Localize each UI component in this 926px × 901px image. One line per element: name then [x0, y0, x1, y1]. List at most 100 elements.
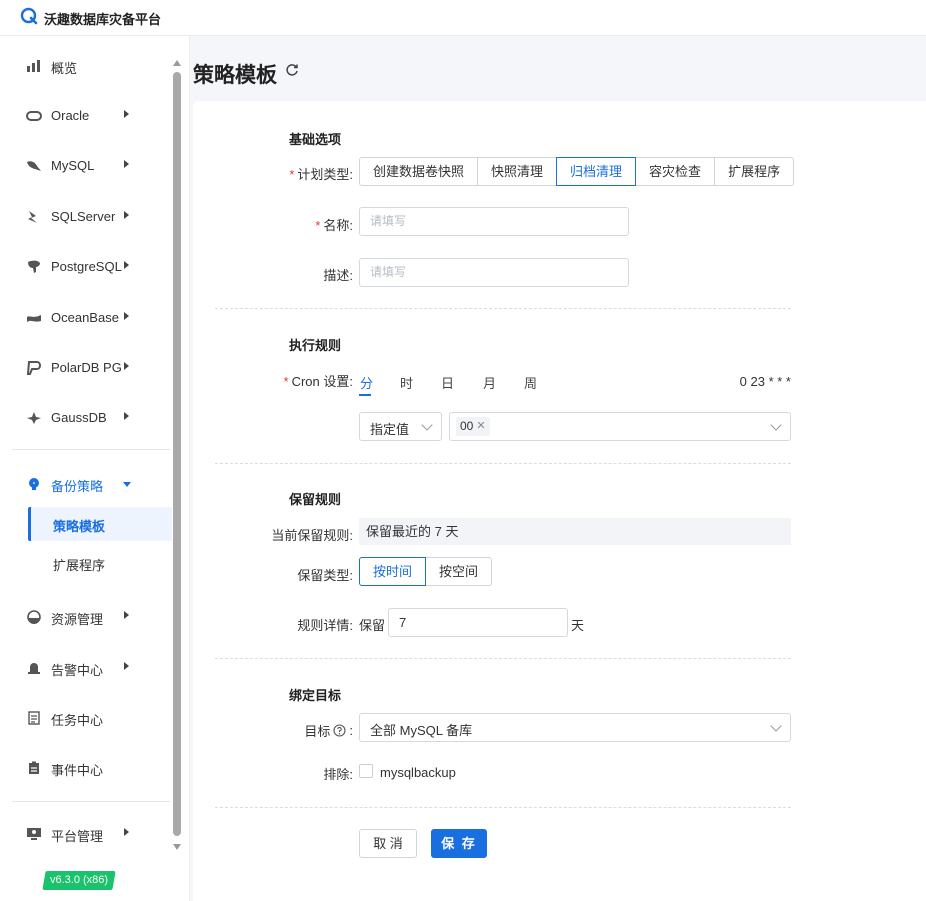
close-icon[interactable]: ✕: [476, 417, 485, 436]
task-icon: [28, 711, 40, 725]
cron-tab-month[interactable]: 月: [483, 373, 496, 392]
save-button[interactable]: 保 存: [431, 829, 487, 858]
mysql-icon: [27, 161, 41, 171]
sidebar-item-label: 事件中心: [51, 763, 104, 778]
retention-days-input[interactable]: 7: [388, 608, 568, 637]
section-divider: [215, 308, 791, 309]
current-retention-value: 保留最近的 7 天: [359, 518, 791, 545]
section-title-exec: 执行规则: [289, 338, 342, 353]
event-icon: [29, 761, 39, 774]
sidebar-item-label: SQLServer: [51, 209, 116, 224]
sidebar-item-label: 资源管理: [51, 612, 104, 627]
chevron-down-icon: [770, 419, 782, 431]
plan-type-option-archive-cleanup[interactable]: 归档清理: [556, 157, 637, 186]
sidebar-item-platform[interactable]: 平台管理: [0, 819, 172, 849]
plan-type-option-extension[interactable]: 扩展程序: [714, 157, 795, 186]
sidebar-item-oceanbase[interactable]: OceanBase: [0, 303, 172, 333]
name-input[interactable]: 请填写: [359, 207, 629, 236]
plan-type-segment: 创建数据卷快照 快照清理 归档清理 容灾检查 扩展程序: [359, 157, 795, 186]
sidebar-item-label: GaussDB: [51, 410, 107, 425]
sidebar-item-sqlserver[interactable]: SQLServer: [0, 202, 172, 232]
retention-type-label: 保留类型:: [297, 568, 353, 583]
chevron-down-icon: [421, 419, 433, 431]
target-select-value: 全部 MySQL 备库: [370, 723, 473, 738]
retention-type-segment: 按时间 按空间: [359, 557, 493, 586]
refresh-icon[interactable]: [285, 63, 299, 77]
section-divider: [215, 658, 791, 659]
lightbulb-icon: [29, 478, 39, 490]
scroll-down-icon[interactable]: [173, 844, 181, 850]
sidebar-item-event[interactable]: 事件中心: [0, 753, 172, 783]
version-text: v6.3.0 (x86): [49, 874, 109, 886]
chevron-right-icon: [124, 362, 129, 370]
description-input[interactable]: 请填写: [359, 258, 629, 287]
chevron-right-icon: [124, 828, 129, 836]
sidebar-item-label: 概览: [51, 61, 78, 76]
cron-tab-indicator: [359, 394, 371, 396]
sidebar-item-mysql[interactable]: MySQL: [0, 151, 172, 181]
cron-mode-value: 指定值: [370, 422, 410, 437]
minute-tag-text: 00: [460, 419, 474, 433]
sidebar-item-resource[interactable]: 资源管理: [0, 602, 172, 632]
cron-label-text: Cron 设置:: [291, 374, 353, 389]
question-circle-icon[interactable]: [333, 724, 346, 737]
scroll-thumb[interactable]: [173, 72, 181, 836]
plan-type-option-snapshot[interactable]: 创建数据卷快照: [359, 157, 479, 186]
scroll-up-icon[interactable]: [173, 60, 181, 66]
top-bar: 沃趣数据库灾备平台: [0, 0, 926, 36]
sidebar-item-backup-policy[interactable]: 备份策略: [0, 469, 172, 499]
sidebar-divider: [12, 801, 170, 802]
section-title-basic: 基础选项: [289, 132, 342, 147]
sidebar-scrollbar[interactable]: [172, 60, 182, 850]
required-mark: *: [315, 218, 321, 233]
cron-tab-day[interactable]: 日: [441, 373, 454, 392]
sidebar-item-overview[interactable]: 概览: [0, 51, 172, 81]
chevron-right-icon: [124, 261, 129, 269]
sidebar: 概览 Oracle MySQL SQLServer PostgreSQL Oce…: [0, 36, 190, 901]
polardb-icon: [26, 361, 41, 375]
chevron-right-icon: [124, 611, 129, 619]
exclude-checkbox[interactable]: [359, 764, 373, 778]
cancel-button[interactable]: 取 消: [359, 829, 417, 858]
sidebar-item-label: MySQL: [51, 158, 95, 173]
q-logo-icon: [20, 7, 38, 25]
cron-expression: 0 23 * * *: [739, 374, 791, 389]
name-label-text: 名称:: [323, 218, 353, 233]
plan-type-option-snapshot-cleanup[interactable]: 快照清理: [477, 157, 558, 186]
cron-tab-week[interactable]: 周: [524, 373, 537, 392]
cron-tab-minute[interactable]: 分: [360, 373, 373, 392]
sidebar-item-label: PostgreSQL: [51, 259, 122, 274]
sidebar-item-label: 备份策略: [51, 479, 104, 494]
sidebar-item-postgresql[interactable]: PostgreSQL: [0, 252, 172, 282]
retention-type-by-space[interactable]: 按空间: [425, 557, 493, 586]
sidebar-item-label: Oracle: [51, 108, 90, 123]
cron-mode-select[interactable]: 指定值: [359, 412, 442, 441]
section-divider: [215, 463, 791, 464]
bar-chart-icon: [27, 60, 40, 72]
cron-tab-hour[interactable]: 时: [400, 373, 413, 392]
sidebar-item-alarm[interactable]: 告警中心: [0, 653, 172, 683]
cron-minute-select[interactable]: 00 ✕: [449, 412, 791, 441]
sidebar-item-task[interactable]: 任务中心: [0, 703, 172, 733]
form-panel: 基础选项 * 计划类型: 创建数据卷快照 快照清理 归档清理 容灾检查 扩展程序 …: [193, 101, 926, 901]
resource-icon: [27, 610, 41, 624]
sidebar-subitem-extension[interactable]: 扩展程序: [28, 546, 172, 580]
retention-type-by-time[interactable]: 按时间: [359, 557, 427, 586]
oceanbase-icon: [27, 315, 41, 322]
plan-type-option-dr-check[interactable]: 容灾检查: [635, 157, 716, 186]
app-title: 沃趣数据库灾备平台: [44, 12, 162, 27]
rule-detail-prefix: 保留: [359, 618, 386, 633]
sidebar-divider: [12, 449, 170, 450]
chevron-right-icon: [124, 312, 129, 320]
target-select[interactable]: 全部 MySQL 备库: [359, 713, 791, 742]
exclude-label: 排除:: [323, 767, 353, 782]
sidebar-item-oracle[interactable]: Oracle: [0, 101, 172, 131]
target-label-colon: :: [349, 723, 353, 738]
sidebar-item-polardb[interactable]: PolarDB PG: [0, 353, 172, 383]
target-label-text: 目标: [304, 724, 331, 739]
sidebar-item-gaussdb[interactable]: GaussDB: [0, 403, 172, 433]
chevron-down-icon: [123, 482, 131, 487]
sidebar-subitem-policy-template[interactable]: 策略模板: [28, 507, 172, 541]
chevron-right-icon: [124, 412, 129, 420]
postgresql-icon: [28, 260, 40, 273]
